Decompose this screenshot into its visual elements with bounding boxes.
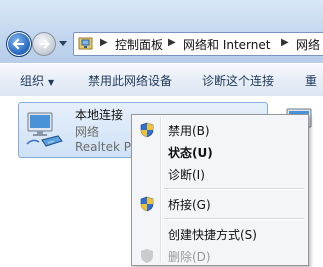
menu-item-create-shortcut[interactable]: 创建快捷方式(S) (134, 223, 306, 245)
forward-arrow-icon (39, 39, 50, 49)
context-menu: 禁用(B) 状态(U) 诊断(I) 桥接(G) 创建快捷方式(S) 删除(D) (131, 114, 309, 266)
menu-item-label: 桥接(G) (168, 198, 211, 212)
breadcrumb-network-internet[interactable]: 网络和 Internet (183, 36, 270, 53)
diagnose-connection-button[interactable]: 诊断这个连接 (202, 72, 274, 89)
chevron-right-icon[interactable]: ▶ (168, 37, 176, 48)
address-bar[interactable]: ▶ 控制面板 ▶ 网络和 Internet ▶ 网络 (73, 32, 323, 56)
menu-item-label: 创建快捷方式(S) (168, 228, 257, 242)
network-folder-icon (78, 37, 93, 50)
uac-shield-icon (140, 122, 154, 138)
breadcrumb-control-panel[interactable]: 控制面板 (115, 36, 163, 53)
menu-item-delete: 删除(D) (134, 245, 306, 267)
menu-item-status[interactable]: 状态(U) (134, 141, 306, 163)
rename-button[interactable]: 重 (305, 72, 317, 89)
chevron-right-icon[interactable]: ▶ (100, 37, 108, 48)
disable-device-button[interactable]: 禁用此网络设备 (88, 72, 172, 89)
menu-item-label: 诊断(I) (168, 168, 205, 182)
menu-item-diagnose[interactable]: 诊断(I) (134, 163, 306, 185)
organize-button[interactable]: 组织 ▼ (20, 72, 54, 89)
forward-button[interactable] (32, 32, 56, 56)
network-adapter-icon (26, 112, 63, 147)
adapter-device: Realtek PC (75, 140, 140, 154)
history-dropdown-icon[interactable] (58, 37, 68, 49)
menu-item-bridge[interactable]: 桥接(G) (134, 193, 306, 215)
menu-item-label: 删除(D) (168, 250, 211, 264)
back-button[interactable] (6, 31, 32, 57)
menu-item-label: 禁用(B) (168, 124, 210, 138)
chevron-right-icon[interactable]: ▶ (281, 37, 289, 48)
command-bar: 组织 ▼ 禁用此网络设备 诊断这个连接 重 (0, 63, 323, 97)
menu-separator (164, 188, 304, 190)
organize-label: 组织 (20, 74, 45, 88)
chevron-down-icon: ▼ (48, 78, 55, 87)
back-arrow-icon (12, 38, 24, 50)
breadcrumb-network[interactable]: 网络 (296, 36, 320, 53)
uac-shield-icon (141, 249, 153, 263)
adapter-network: 网络 (75, 125, 100, 139)
menu-item-label: 状态(U) (168, 146, 213, 160)
adapter-name: 本地连接 (75, 108, 124, 122)
uac-shield-icon (140, 196, 154, 212)
menu-item-disable[interactable]: 禁用(B) (134, 119, 306, 141)
menu-separator (164, 218, 304, 220)
navigation-bar: ▶ 控制面板 ▶ 网络和 Internet ▶ 网络 (0, 0, 323, 63)
